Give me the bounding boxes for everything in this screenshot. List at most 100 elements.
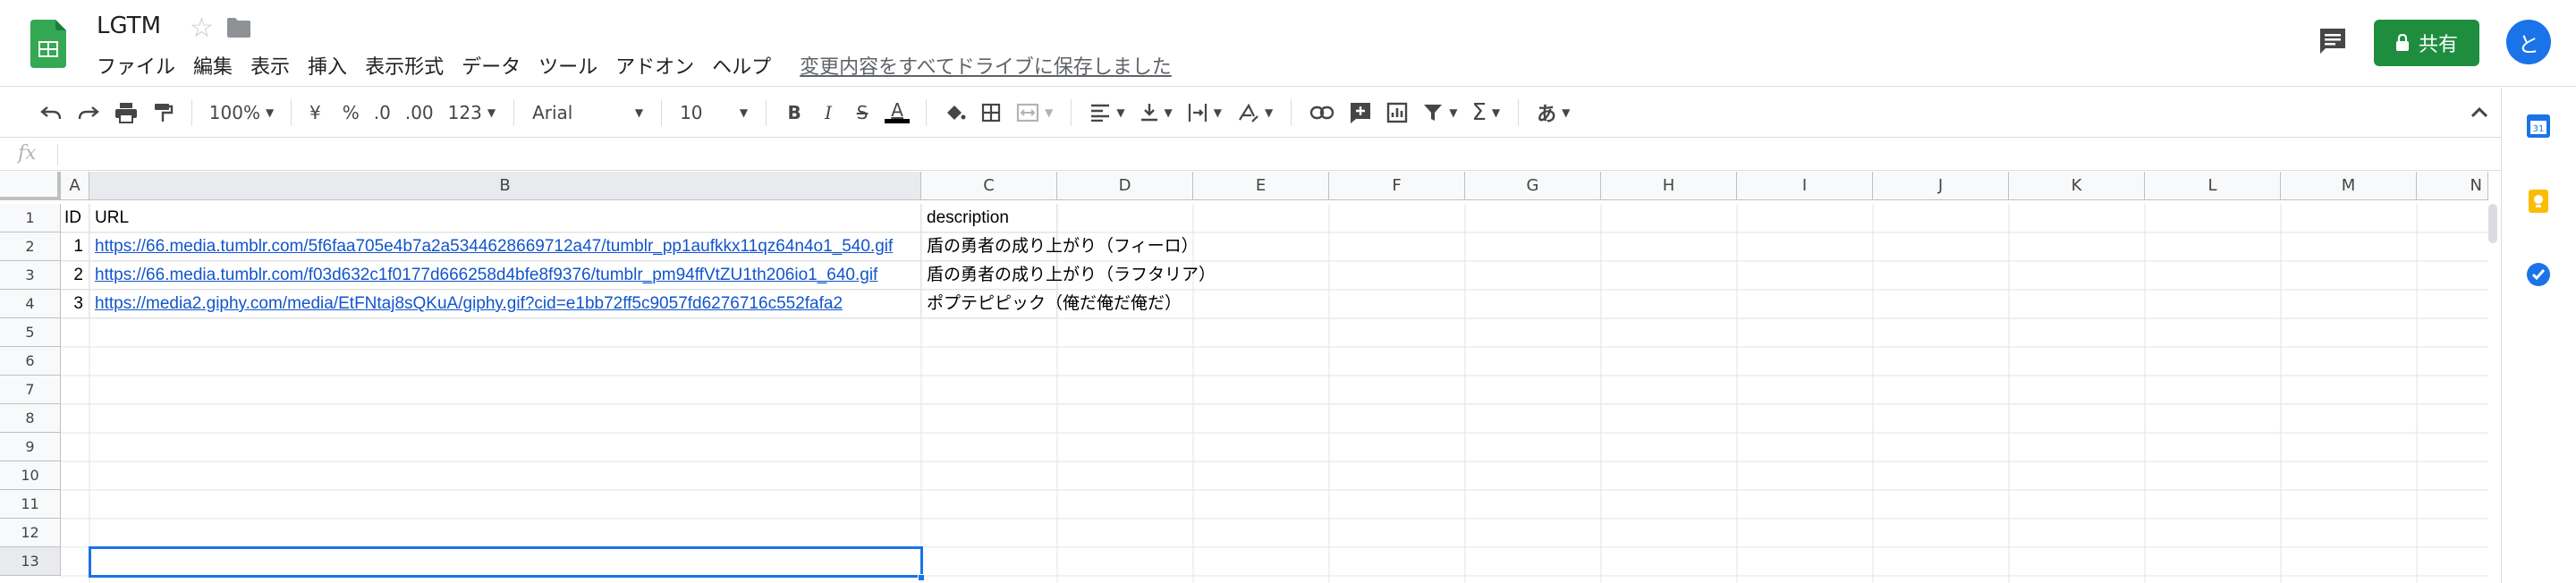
column-header-j[interactable]: J (1873, 172, 2009, 200)
horizontal-align-icon[interactable]: ▼ (1082, 95, 1131, 131)
link-icon[interactable] (1302, 95, 1342, 131)
redo-icon[interactable] (70, 95, 107, 131)
menu-help[interactable]: ヘルプ (712, 51, 771, 80)
row-header-13[interactable]: 13 (0, 547, 61, 576)
menu-view[interactable]: 表示 (250, 51, 290, 80)
font-family-value: Arial (532, 101, 573, 123)
save-status-link[interactable]: 変更内容をすべてドライブに保存しました (800, 51, 1172, 80)
row-header-9[interactable]: 9 (0, 433, 61, 461)
account-avatar[interactable]: と (2506, 20, 2551, 64)
font-family-select[interactable]: Arial ▼ (525, 95, 650, 131)
cell-c1[interactable]: description (921, 204, 1057, 232)
row-header-7[interactable]: 7 (0, 376, 61, 404)
menu-edit[interactable]: 編集 (193, 51, 233, 80)
toolbar-divider (291, 98, 292, 126)
fill-handle[interactable] (918, 574, 925, 581)
comment-icon[interactable] (1342, 95, 1379, 131)
menu-insert[interactable]: 挿入 (308, 51, 347, 80)
vertical-align-icon[interactable]: ▼ (1132, 95, 1180, 131)
menu-format[interactable]: 表示形式 (365, 51, 444, 80)
comment-history-icon[interactable] (2317, 25, 2349, 57)
more-formats-select[interactable]: 123 ▼ (441, 95, 503, 131)
column-header-b[interactable]: B (89, 172, 921, 200)
cell-a2[interactable]: 1 (61, 232, 89, 261)
folder-icon[interactable] (227, 18, 250, 38)
menu-tools[interactable]: ツール (538, 51, 597, 80)
row-header-11[interactable]: 11 (0, 490, 61, 519)
print-icon[interactable] (107, 95, 145, 131)
tasks-icon[interactable] (2525, 261, 2552, 288)
cell-b1[interactable]: URL (89, 204, 921, 232)
keep-icon[interactable] (2525, 188, 2552, 215)
column-header-g[interactable]: G (1465, 172, 1601, 200)
text-wrap-icon[interactable]: ▼ (1180, 95, 1229, 131)
menu-data[interactable]: データ (462, 51, 521, 80)
column-header-d[interactable]: D (1057, 172, 1193, 200)
vertical-scrollbar[interactable] (2488, 204, 2497, 243)
column-header-a[interactable]: A (61, 172, 89, 200)
input-tools-button[interactable]: あ ▼ (1530, 95, 1577, 131)
font-size-select[interactable]: 10 ▼ (673, 95, 755, 131)
selected-cell-b13[interactable] (89, 546, 923, 578)
calendar-icon[interactable]: 31 (2525, 113, 2552, 139)
filter-icon[interactable]: ▼ (1415, 95, 1464, 131)
menu-addons[interactable]: アドオン (615, 51, 694, 80)
increase-decimal-button[interactable]: .00 (398, 95, 441, 131)
text-rotation-icon[interactable]: ▼ (1229, 95, 1280, 131)
column-header-n[interactable]: N (2417, 172, 2488, 200)
row-header-4[interactable]: 4 (0, 290, 61, 318)
share-button[interactable]: 共有 (2374, 20, 2479, 66)
merge-cells-icon[interactable]: ▼ (1009, 95, 1060, 131)
row-header-2[interactable]: 2 (0, 232, 61, 261)
row-header-10[interactable]: 10 (0, 461, 61, 490)
paint-format-icon[interactable] (145, 95, 181, 131)
functions-icon[interactable]: Σ ▼ (1464, 95, 1507, 131)
bold-button[interactable]: B (777, 95, 811, 131)
select-all-corner[interactable] (0, 172, 61, 200)
column-header-e[interactable]: E (1193, 172, 1329, 200)
borders-icon[interactable] (973, 95, 1009, 131)
star-icon[interactable]: ☆ (190, 13, 214, 44)
column-header-c[interactable]: C (921, 172, 1057, 200)
zoom-select[interactable]: 100% ▼ (203, 95, 280, 131)
decrease-decimal-button[interactable]: .0 (367, 95, 398, 131)
column-header-f[interactable]: F (1329, 172, 1465, 200)
column-header-l[interactable]: L (2145, 172, 2281, 200)
cell-b3[interactable]: https://66.media.tumblr.com/f03d632c1f01… (89, 261, 921, 290)
row-header-12[interactable]: 12 (0, 519, 61, 547)
fill-color-icon[interactable] (937, 95, 973, 131)
currency-format-button[interactable]: ¥ (302, 95, 328, 131)
row-header-8[interactable]: 8 (0, 404, 61, 433)
row-header-3[interactable]: 3 (0, 261, 61, 290)
strikethrough-button[interactable]: S (845, 95, 879, 131)
column-header-h[interactable]: H (1601, 172, 1737, 200)
input-tools-label: あ (1537, 103, 1557, 126)
chart-icon[interactable] (1379, 95, 1415, 131)
formula-divider (57, 144, 58, 165)
cell-c3[interactable]: 盾の勇者の成り上がり（ラフタリア） (921, 261, 1216, 290)
cell-b4[interactable]: https://media2.giphy.com/media/EtFNtaj8s… (89, 290, 921, 318)
cell-a1[interactable]: ID (61, 204, 89, 232)
sheets-logo-icon[interactable] (30, 20, 66, 68)
column-header-k[interactable]: K (2009, 172, 2145, 200)
cell-c2[interactable]: 盾の勇者の成り上がり（フィーロ） (921, 232, 1199, 261)
text-color-button[interactable]: A (879, 95, 915, 131)
fx-icon: fx (18, 142, 37, 165)
row-header-1[interactable]: 1 (0, 204, 61, 232)
cell-a3[interactable]: 2 (61, 261, 89, 290)
cell-c4[interactable]: ポプテピピック（俺だ俺だ俺だ） (921, 290, 1182, 318)
undo-icon[interactable] (32, 95, 70, 131)
cell-b2[interactable]: https://66.media.tumblr.com/5f6faa705e4b… (89, 232, 921, 261)
column-header-i[interactable]: I (1737, 172, 1873, 200)
column-header-m[interactable]: M (2281, 172, 2417, 200)
formula-input[interactable] (68, 142, 2483, 167)
percent-format-button[interactable]: % (335, 95, 367, 131)
cell-a4[interactable]: 3 (61, 290, 89, 318)
document-title[interactable]: LGTM (97, 13, 161, 39)
italic-button[interactable]: I (811, 95, 845, 131)
row-header-6[interactable]: 6 (0, 347, 61, 376)
row-header-5[interactable]: 5 (0, 318, 61, 347)
chevron-down-icon: ▼ (1449, 106, 1458, 119)
menu-file[interactable]: ファイル (97, 51, 175, 80)
chevron-up-icon[interactable] (2463, 97, 2496, 129)
